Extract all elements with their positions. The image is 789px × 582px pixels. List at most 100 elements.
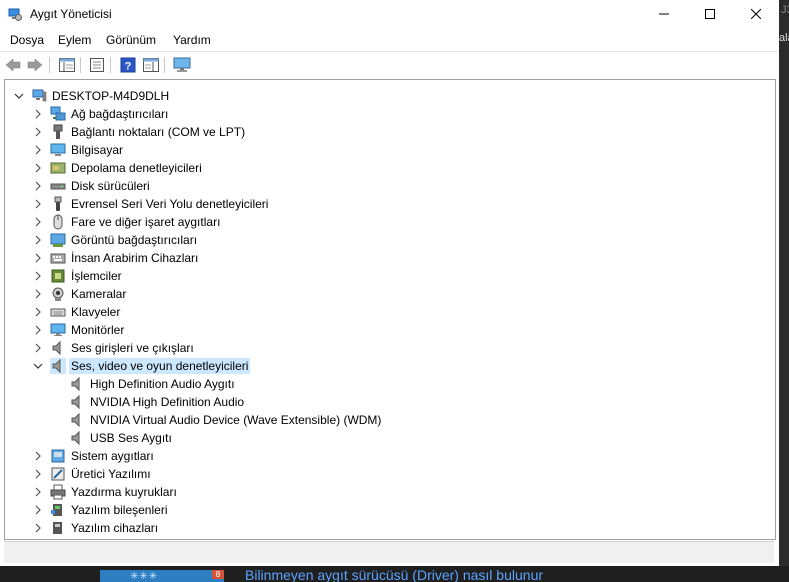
svg-text:?: ? (125, 61, 132, 73)
tree-category-node[interactable]: Yazılım cihazları (32, 519, 160, 537)
menu-file[interactable]: Dosya (10, 33, 44, 47)
show-hide-console-tree-button[interactable] (58, 56, 76, 74)
close-button[interactable] (733, 0, 779, 28)
tree-root-label: DESKTOP-M4D9DLH (52, 89, 170, 103)
expand-chevron-icon[interactable] (32, 126, 44, 138)
tree-category-node[interactable]: Bağlantı noktaları (COM ve LPT) (32, 123, 247, 141)
expand-chevron-icon[interactable] (32, 468, 44, 480)
audio-io-icon (50, 340, 66, 356)
expand-chevron-icon[interactable] (32, 234, 44, 246)
tree-category-node[interactable]: Disk sürücüleri (32, 177, 152, 195)
article-thumbnail[interactable]: ✳✳✳ 8 (100, 570, 224, 582)
speaker-device-icon (69, 430, 85, 446)
tree-category-node[interactable]: Yazdırma kuyrukları (32, 483, 179, 501)
category-label: Yazılım cihazları (71, 521, 159, 535)
expand-chevron-icon[interactable] (32, 504, 44, 516)
console-tree-icon (59, 58, 75, 72)
expand-chevron-icon[interactable] (32, 288, 44, 300)
category-label: Klavyeler (71, 305, 121, 319)
expand-chevron-icon[interactable] (32, 306, 44, 318)
expand-chevron-icon[interactable] (32, 216, 44, 228)
expand-chevron-icon[interactable] (32, 486, 44, 498)
tree-category-node[interactable]: Ses girişleri ve çıkışları (32, 339, 196, 357)
maximize-button[interactable] (687, 0, 733, 28)
processor-icon (50, 268, 66, 284)
tree-category-node[interactable]: Bilgisayar (32, 141, 125, 159)
article-link[interactable]: Bilinmeyen aygıt sürücüsü (Driver) nasıl… (245, 567, 543, 582)
background-edge-text-top: J3 (781, 4, 789, 16)
category-label: Kameralar (71, 287, 127, 301)
properties-button[interactable] (88, 56, 106, 74)
disk-drive-icon (50, 178, 66, 194)
menu-view[interactable]: Görünüm (106, 33, 156, 47)
forward-button[interactable] (26, 56, 44, 74)
storage-controller-icon (50, 160, 66, 176)
thumbnail-ornament-icon: ✳✳✳ (130, 571, 159, 582)
expand-chevron-icon[interactable] (32, 324, 44, 336)
expand-chevron-icon[interactable] (32, 108, 44, 120)
maximize-icon (705, 9, 715, 19)
tree-category-node[interactable]: Sistem aygıtları (32, 447, 156, 465)
device-manager-window: Aygıt Yöneticisi Dosya Eylem Görünüm Yar… (0, 0, 779, 566)
category-label: Fare ve diğer işaret aygıtları (71, 215, 221, 229)
scan-hardware-button[interactable] (173, 56, 191, 74)
tree-category-node[interactable]: Görüntü bağdaştırıcıları (32, 231, 199, 249)
tree-device-node[interactable]: USB Ses Aygıtı (69, 429, 174, 447)
monitor-icon (50, 322, 66, 338)
tree-category-node[interactable]: Depolama denetleyicileri (32, 159, 204, 177)
tree-category-node[interactable]: Klavyeler (32, 303, 122, 321)
collapse-chevron-icon[interactable] (32, 360, 44, 372)
expand-chevron-icon[interactable] (32, 342, 44, 354)
properties-icon (90, 58, 104, 72)
back-button[interactable] (4, 56, 22, 74)
device-label: NVIDIA Virtual Audio Device (Wave Extens… (90, 413, 382, 427)
back-arrow-icon (5, 58, 21, 72)
category-label: Görüntü bağdaştırıcıları (71, 233, 198, 247)
tree-category-node[interactable]: Ağ bağdaştırıcıları (32, 105, 170, 123)
menu-action[interactable]: Eylem (58, 33, 91, 47)
tree-device-node[interactable]: NVIDIA High Definition Audio (69, 393, 246, 411)
tree-category-node[interactable]: Evrensel Seri Veri Yolu denetleyicileri (32, 195, 270, 213)
scan-hardware-monitor-icon (173, 57, 191, 72)
expand-chevron-icon[interactable] (32, 144, 44, 156)
expand-chevron-icon[interactable] (32, 522, 44, 534)
expand-chevron-icon[interactable] (32, 162, 44, 174)
expand-chevron-icon[interactable] (32, 450, 44, 462)
tree-device-node[interactable]: NVIDIA Virtual Audio Device (Wave Extens… (69, 411, 383, 429)
tree-category-node[interactable]: Kameralar (32, 285, 128, 303)
expand-chevron-icon[interactable] (32, 198, 44, 210)
tree-category-node[interactable]: Monitörler (32, 321, 126, 339)
action-pane-button[interactable] (142, 56, 160, 74)
close-icon (751, 9, 761, 19)
minimize-button[interactable] (641, 0, 687, 28)
collapse-chevron-icon[interactable] (13, 90, 25, 102)
tree-category-node[interactable]: İnsan Arabirim Cihazları (32, 249, 200, 267)
category-label: Disk sürücüleri (71, 179, 150, 193)
background-edge-text: ala (779, 32, 789, 44)
expand-chevron-icon[interactable] (32, 270, 44, 282)
forward-arrow-icon (27, 58, 43, 72)
tree-category-node[interactable]: İşlemciler (32, 267, 124, 285)
help-icon: ? (120, 57, 136, 73)
usb-controller-icon (50, 196, 66, 212)
tree-category-node[interactable]: Yazılım bileşenleri (32, 501, 169, 519)
network-adapter-icon (50, 106, 66, 122)
tree-device-node[interactable]: High Definition Audio Aygıtı (69, 375, 237, 393)
device-tree[interactable]: DESKTOP-M4D9DLH Ağ bağdaştırıcıları Bağl… (4, 79, 776, 540)
tree-category-node[interactable]: Üretici Yazılımı (32, 465, 153, 483)
title-bar[interactable]: Aygıt Yöneticisi (0, 0, 779, 28)
category-label: Bağlantı noktaları (COM ve LPT) (71, 125, 246, 139)
category-label: İnsan Arabirim Cihazları (71, 251, 199, 265)
tree-root-node[interactable]: DESKTOP-M4D9DLH (13, 87, 171, 105)
expand-chevron-icon[interactable] (32, 180, 44, 192)
category-label: Üretici Yazılımı (71, 467, 151, 481)
help-button[interactable]: ? (119, 56, 137, 74)
category-label: Yazılım bileşenleri (71, 503, 168, 517)
menu-help[interactable]: Yardım (173, 33, 211, 47)
toolbar-separator (164, 57, 165, 73)
tree-category-node-selected[interactable]: Ses, video ve oyun denetleyicileri (32, 357, 251, 375)
software-device-icon (50, 520, 66, 536)
tree-category-node[interactable]: Fare ve diğer işaret aygıtları (32, 213, 222, 231)
expand-chevron-icon[interactable] (32, 252, 44, 264)
speaker-device-icon (69, 376, 85, 392)
